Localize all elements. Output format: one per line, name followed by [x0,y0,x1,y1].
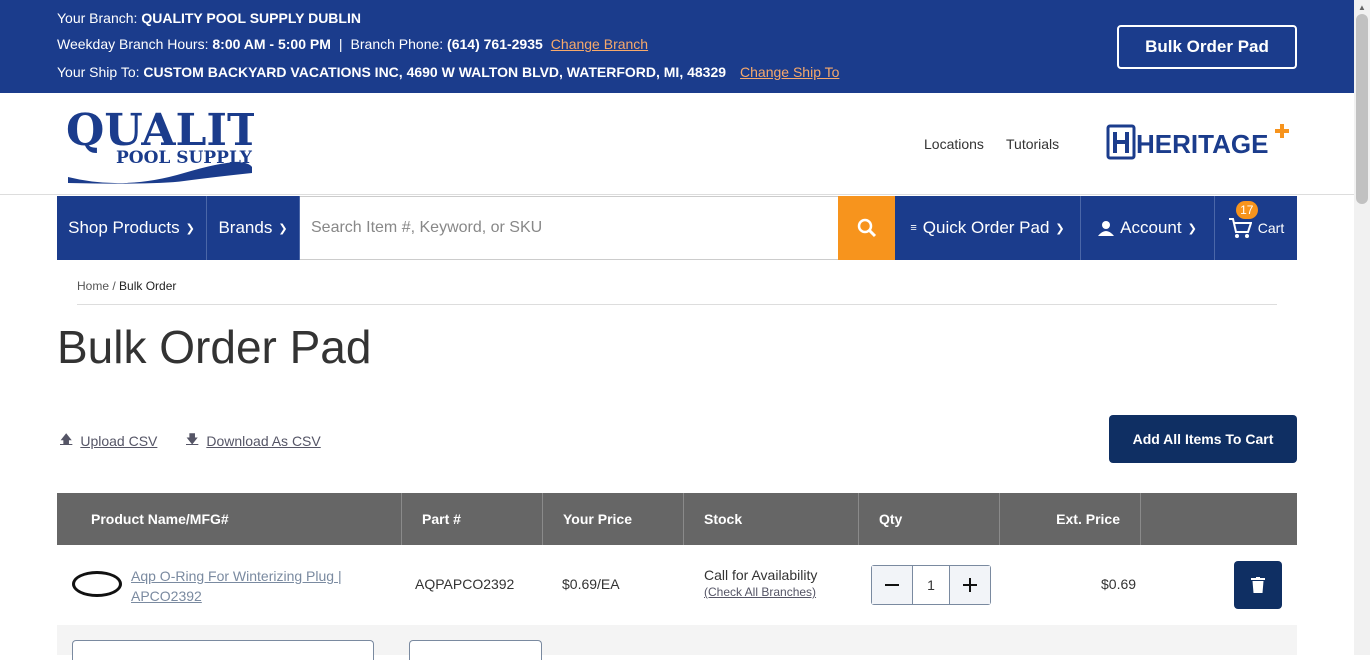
account-label: Account [1120,218,1182,237]
heritage-text: HERITAGE [1136,129,1268,159]
quick-order-pad-label: Quick Order Pad [922,218,1050,237]
main-nav: Shop Products ❯ Brands ❯ Search Item #, Ke… [57,196,1297,260]
brands-label: Brands [218,218,273,237]
col-price: Your Price [543,493,684,545]
separator: | [338,36,343,52]
col-stock: Stock [684,493,859,545]
table-header: Product Name/MFG# Part # Your Price Stoc… [57,493,1297,545]
download-icon: 🡇 [186,432,199,446]
plus-icon [963,578,977,592]
cart-count-badge: 17 [1235,201,1258,219]
download-csv-link[interactable]: 🡇 Download As CSV [186,430,321,451]
col-ext-price: Ext. Price [1000,493,1141,545]
search-icon [857,218,876,238]
heritage-logo[interactable]: HERITAGE [1106,123,1291,163]
shipto-value: CUSTOM BACKYARD VACATIONS INC, 4690 W WA… [143,64,727,80]
chevron-down-icon: ❯ [185,222,195,235]
product-name-link[interactable]: Aqp O-Ring For Winterizing Plug | APCO23… [131,566,351,606]
cart-icon [1228,218,1252,238]
scroll-up-icon[interactable]: ▲ [1358,3,1366,12]
search-input[interactable]: Search Item #, Keyword, or SKU [300,196,838,260]
trash-icon [1251,577,1265,593]
branch-name: QUALITY POOL SUPPLY DUBLIN [141,10,361,26]
shop-products-label: Shop Products [68,218,180,237]
user-icon [1098,221,1115,236]
search-button[interactable] [838,196,895,260]
chevron-down-icon: ❯ [278,222,288,235]
chevron-down-icon: ❯ [1187,222,1197,235]
breadcrumb-home[interactable]: Home [77,279,109,293]
product-search-field[interactable] [72,640,374,660]
upload-icon: 🡅 [60,432,73,446]
decrement-button[interactable] [872,566,912,604]
quick-order-pad-menu[interactable]: ≡ Quick Order Pad ❯ [895,196,1081,260]
divider [77,304,1277,305]
cart-label: Cart [1257,220,1285,236]
stock-cell: Call for Availability (Check All Branche… [704,567,817,599]
page-title: Bulk Order Pad [57,321,372,373]
branch-info-bar: Your Branch: QUALITY POOL SUPPLY DUBLIN … [0,0,1354,93]
quality-pool-supply-logo[interactable]: QUALITY POOL SUPPLY [64,101,254,189]
hours-value: 8:00 AM - 5:00 PM [212,36,331,52]
locations-link[interactable]: Locations [924,136,984,152]
add-all-to-cart-button[interactable]: Add All Items To Cart [1109,415,1297,463]
account-menu[interactable]: Account ❯ [1081,196,1215,260]
site-header: QUALITY POOL SUPPLY Locations Tutorials … [0,93,1354,195]
col-actions [1141,493,1297,545]
product-image [72,571,122,597]
download-csv-label: Download As CSV [206,432,321,449]
breadcrumb-current: Bulk Order [119,279,177,293]
change-branch-link[interactable]: Change Branch [551,36,648,52]
list-icon: ≡ [910,222,917,234]
add-row [57,625,1297,660]
col-product: Product Name/MFG# [57,493,402,545]
upload-csv-link[interactable]: 🡅 Upload CSV [60,430,157,451]
col-qty: Qty [859,493,1000,545]
increment-button[interactable] [950,566,990,604]
chevron-down-icon: ❯ [1055,222,1065,235]
phone-value: (614) 761-2935 [447,36,543,52]
cart-icon-wrap: 17 [1228,201,1258,239]
breadcrumb: Home / Bulk Order [77,279,176,293]
scrollbar[interactable]: ▲ [1354,0,1370,655]
shipto-label: Your Ship To: [57,64,144,80]
quantity-input[interactable]: 1 [912,566,950,604]
cart-button[interactable]: 17 Cart [1215,196,1297,260]
shipto-line: Your Ship To: CUSTOM BACKYARD VACATIONS … [57,64,839,80]
part-number: AQPAPCO2392 [415,576,515,592]
minus-icon [885,584,899,586]
breadcrumb-sep: / [109,279,120,293]
stock-status: Call for Availability [704,567,818,583]
bulk-order-pad-button[interactable]: Bulk Order Pad [1117,25,1297,69]
shop-products-menu[interactable]: Shop Products ❯ [57,196,207,260]
hours-label: Weekday Branch Hours: [57,36,213,52]
qty-field[interactable] [409,640,542,660]
delete-button[interactable] [1234,561,1282,609]
phone-label: Branch Phone: [350,36,448,52]
check-branches-link[interactable]: (Check All Branches) [704,585,817,599]
branch-line: Your Branch: QUALITY POOL SUPPLY DUBLIN [57,10,361,26]
col-part: Part # [402,493,543,545]
ext-price: $0.69 [1101,576,1137,592]
change-shipto-link[interactable]: Change Ship To [740,64,839,80]
tutorials-link[interactable]: Tutorials [1006,136,1059,152]
quantity-stepper: 1 [871,565,991,605]
scroll-thumb[interactable] [1356,14,1368,204]
unit-price: $0.69/EA [562,576,620,592]
table-row: Aqp O-Ring For Winterizing Plug | APCO23… [57,545,1297,625]
branch-label: Your Branch: [57,10,142,26]
hours-line: Weekday Branch Hours: 8:00 AM - 5:00 PM |… [57,36,648,52]
brands-menu[interactable]: Brands ❯ [207,196,300,260]
upload-csv-label: Upload CSV [80,432,158,449]
